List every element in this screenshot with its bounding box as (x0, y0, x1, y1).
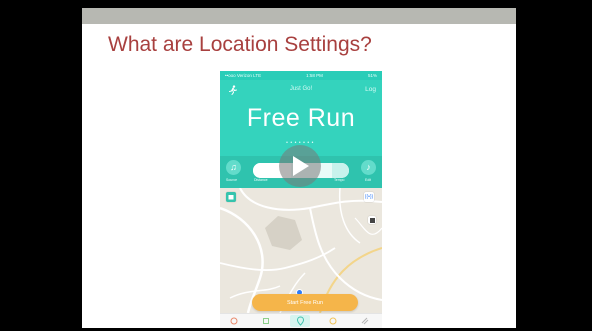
play-icon (293, 156, 309, 176)
layers-icon (228, 195, 234, 200)
source-label: Source (226, 178, 238, 182)
music-note-icon: ♪ (366, 162, 371, 172)
music-edit-button[interactable]: ♪ (361, 160, 376, 175)
log-link[interactable]: Log (365, 86, 376, 93)
app-name: Just Go! (289, 86, 313, 92)
map-options-button[interactable] (368, 216, 376, 224)
distance-label: Distance (254, 178, 268, 182)
bottom-tab-bar (220, 313, 382, 328)
status-bar: ••ooo Verizon LTE 1:58 PM 51% (220, 71, 382, 80)
battery-text: 51% (367, 73, 377, 78)
tab-location[interactable] (290, 315, 310, 327)
workouts-tab-icon (263, 318, 269, 324)
gps-signal-icon: ((•)) (364, 194, 374, 200)
run-tab-icon (230, 317, 238, 325)
mode-slider-end (331, 163, 349, 178)
grid-icon (369, 217, 375, 223)
settings-tab-icon (361, 317, 369, 325)
carrier-text: ••ooo Verizon LTE (225, 73, 262, 78)
tab-run[interactable] (227, 315, 241, 327)
slide-title: What are Location Settings? (108, 33, 372, 56)
edit-label: Edit (365, 178, 372, 182)
tab-music[interactable] (326, 315, 340, 327)
map-layer-button[interactable] (226, 192, 236, 202)
run-mode-title: Free Run (246, 104, 356, 132)
location-pin-icon (296, 316, 304, 326)
gps-signal-button[interactable]: ((•)) (364, 192, 374, 202)
music-note-icon: ♫ (230, 162, 237, 172)
video-play-button[interactable] (279, 145, 321, 187)
start-free-run-button[interactable]: Start Free Run (252, 294, 358, 311)
tempo-label: Tempo (334, 178, 345, 182)
phone-screenshot: ••ooo Verizon LTE 1:58 PM 51% Just Go! L… (220, 71, 382, 328)
slide-top-bar (82, 8, 516, 24)
music-tab-icon (329, 317, 337, 325)
music-source-button[interactable]: ♫ (226, 160, 241, 175)
status-time: 1:58 PM (306, 73, 323, 78)
tab-settings[interactable] (358, 315, 372, 327)
tab-workouts[interactable] (259, 315, 273, 327)
